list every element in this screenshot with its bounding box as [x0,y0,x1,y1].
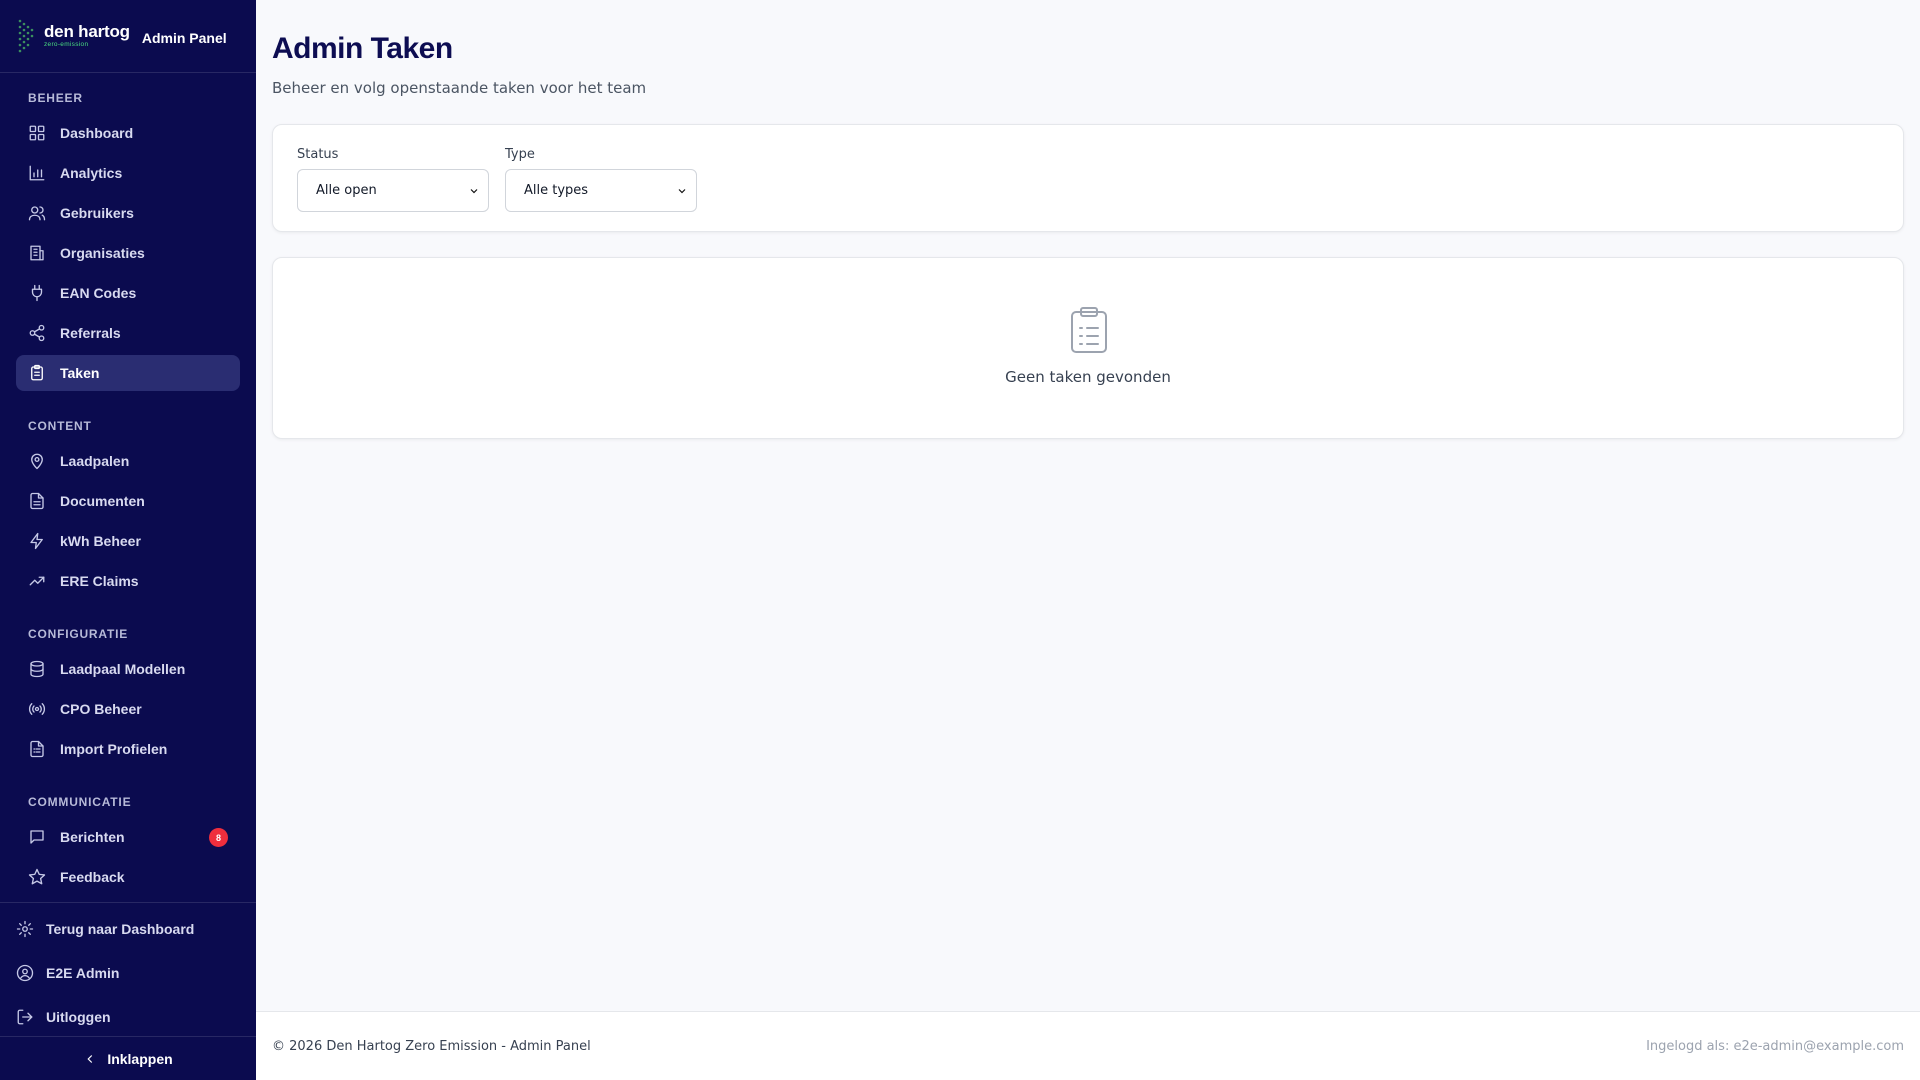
logo-icon [18,19,34,53]
sidebar-item-label: Laadpalen [60,453,130,469]
sidebar-item-import-profielen[interactable]: Import Profielen [16,731,240,767]
sidebar-item-referrals[interactable]: Referrals [16,315,240,351]
chevron-left-icon [87,1054,93,1063]
empty-state-message: Geen taken gevonden [1005,368,1171,386]
gear-icon [16,920,34,938]
users-icon [28,204,46,222]
sidebar-item-label: Berichten [60,829,125,845]
status-select[interactable]: Alle open [297,169,489,212]
type-select[interactable]: Alle types [505,169,697,212]
document-icon [28,492,46,510]
footer-logged-in: Ingelogd als: e2e-admin@example.com [1646,1038,1904,1054]
section-title-beheer: BEHEER [28,91,83,105]
sidebar-item-berichten[interactable]: Berichten 8 [16,819,240,855]
sidebar-item-dashboard[interactable]: Dashboard [16,115,240,151]
plug-icon [28,284,46,302]
logout-button[interactable]: Uitloggen [0,999,256,1035]
sidebar-item-label: Feedback [60,869,125,885]
sidebar-item-label: Taken [60,365,100,381]
sidebar-item-organisaties[interactable]: Organisaties [16,235,240,271]
type-filter-label: Type [505,147,535,162]
sidebar-item-cpo-beheer[interactable]: CPO Beheer [16,691,240,727]
collapse-label: Inklappen [107,1050,173,1067]
sidebar-item-label: ERE Claims [60,573,139,589]
sidebar-item-laadpaal-modellen[interactable]: Laadpaal Modellen [16,651,240,687]
sidebar-item-ean-codes[interactable]: EAN Codes [16,275,240,311]
section-title-content: CONTENT [28,419,92,433]
status-filter: Status Alle open [297,147,489,212]
sidebar-item-ere-claims[interactable]: ERE Claims [16,563,240,599]
sidebar-item-label: Dashboard [60,125,134,141]
sidebar-item-label: CPO Beheer [60,701,142,717]
empty-state-card: Geen taken gevonden [272,257,1904,439]
page-title: Admin Taken [272,32,453,65]
database-icon [28,660,46,678]
sidebar-item-gebruikers[interactable]: Gebruikers [16,195,240,231]
sidebar-item-analytics[interactable]: Analytics [16,155,240,191]
brand-name: den hartog [44,22,130,42]
building-icon [28,244,46,262]
filters-card: Status Alle open Type Alle types [272,124,1904,232]
brand-panel-label: Admin Panel [141,30,227,46]
sidebar-nav: BEHEER Dashboard Analytics Gebruikers Or… [0,73,256,895]
sidebar-item-label: Laadpaal Modellen [60,661,186,677]
logout-icon [16,1008,34,1026]
status-filter-label: Status [297,147,339,162]
type-filter: Type Alle types [505,147,697,212]
sidebar-item-kwh-beheer[interactable]: kWh Beheer [16,523,240,559]
user-profile-link[interactable]: E2E Admin [0,955,256,991]
sidebar-item-feedback[interactable]: Feedback [16,859,240,895]
brand-tagline: zero-emission [44,41,89,49]
footer: © 2026 Den Hartog Zero Emission - Admin … [256,1011,1920,1080]
trending-up-icon [28,572,46,590]
broadcast-icon [28,700,46,718]
sidebar: den hartog zero-emission Admin Panel BEH… [0,0,256,1080]
sidebar-item-taken[interactable]: Taken [16,355,240,391]
sidebar-item-laadpalen[interactable]: Laadpalen [16,443,240,479]
sidebar-item-label: EAN Codes [60,285,137,301]
lightning-icon [28,532,46,550]
status-select-value: Alle open [316,183,377,198]
bar-chart-icon [28,164,46,182]
sidebar-item-label: Referrals [60,325,121,341]
user-name-label: E2E Admin [46,965,120,981]
chat-icon [28,828,46,846]
star-icon [28,868,46,886]
map-pin-icon [28,452,46,470]
sidebar-item-label: Gebruikers [60,205,134,221]
sidebar-item-label: Documenten [60,493,145,509]
user-circle-icon [16,964,34,982]
clipboard-icon [28,364,46,382]
main-content: Admin Taken Beheer en volg openstaande t… [256,0,1920,1080]
sidebar-item-label: Analytics [60,165,123,181]
section-title-configuratie: CONFIGURATIE [28,627,129,641]
chevron-down-icon [470,188,478,193]
back-to-dashboard-link[interactable]: Terug naar Dashboard [0,911,256,947]
section-title-communicatie: COMMUNICATIE [28,795,132,809]
sidebar-bottom: Terug naar Dashboard E2E Admin Uitloggen [0,902,256,1043]
type-select-value: Alle types [524,183,589,198]
brand: den hartog zero-emission Admin Panel [0,0,256,73]
sidebar-item-label: kWh Beheer [60,533,141,549]
collapse-sidebar-button[interactable]: Inklappen [0,1036,256,1080]
sidebar-item-documenten[interactable]: Documenten [16,483,240,519]
page-subtitle: Beheer en volg openstaande taken voor he… [272,79,647,97]
sidebar-item-label: Organisaties [60,245,145,261]
clipboard-icon [1067,306,1111,354]
unread-badge: 8 [209,828,228,847]
sidebar-item-label: Import Profielen [60,741,168,757]
chevron-down-icon [678,188,686,193]
logout-label: Uitloggen [46,1009,111,1025]
back-to-dashboard-label: Terug naar Dashboard [46,921,195,937]
file-list-icon [28,740,46,758]
footer-copyright: © 2026 Den Hartog Zero Emission - Admin … [272,1038,591,1054]
share-icon [28,324,46,342]
grid-icon [28,124,46,142]
